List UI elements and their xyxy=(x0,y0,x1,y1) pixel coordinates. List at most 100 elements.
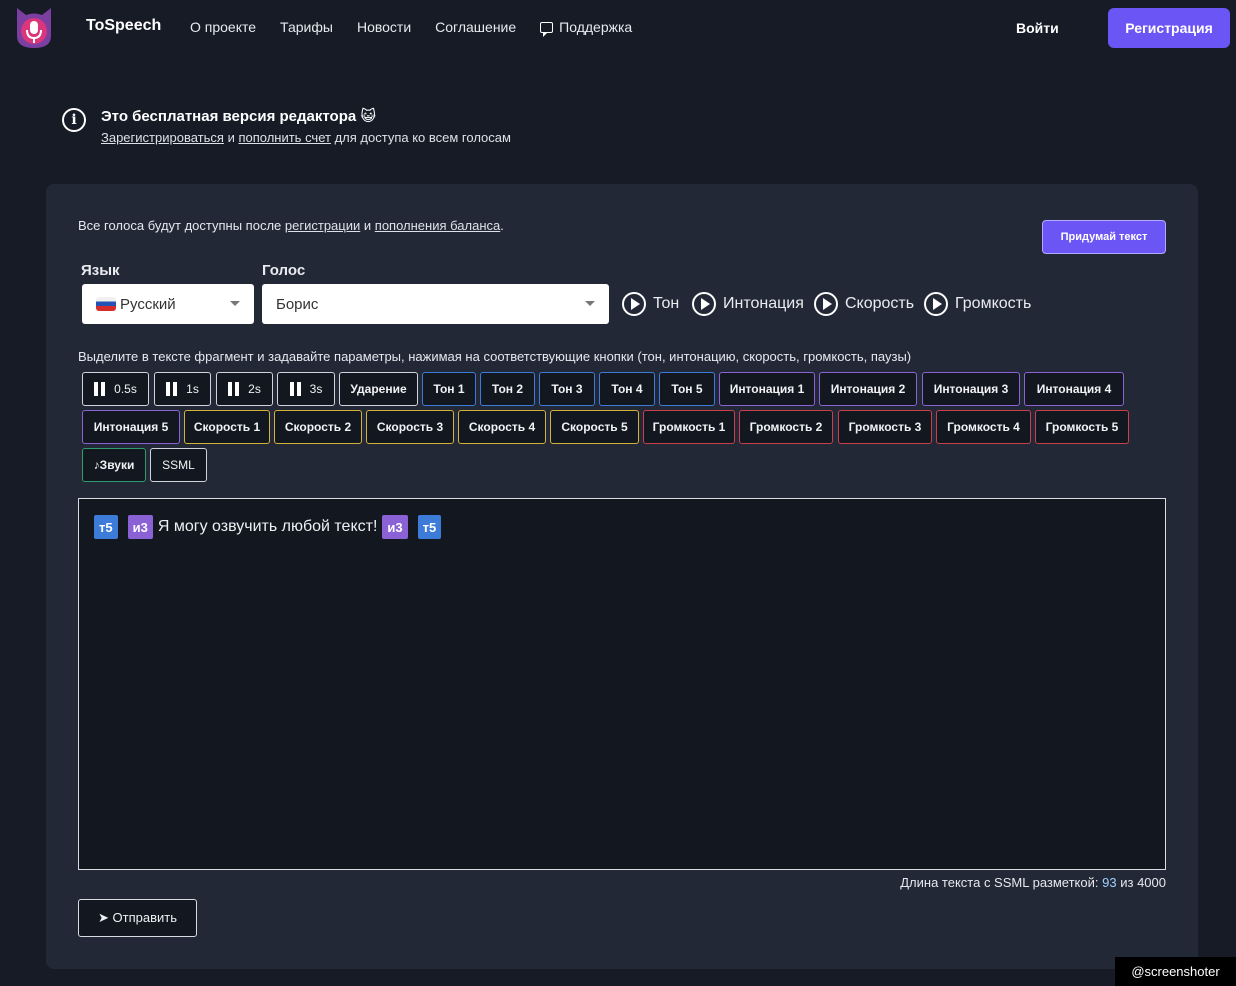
intonation-2-button[interactable]: Интонация 2 xyxy=(819,372,917,406)
play-tone[interactable]: Тон xyxy=(622,292,679,316)
play-intonation[interactable]: Интонация xyxy=(692,292,804,316)
instructions-text: Выделите в тексте фрагмент и задавайте п… xyxy=(78,349,912,364)
register-button[interactable]: Регистрация xyxy=(1108,8,1230,48)
notice-title-text: Это бесплатная версия редактора xyxy=(101,108,357,125)
sounds-button[interactable]: ♪Звуки xyxy=(82,448,146,482)
intonation-tag[interactable]: и3 xyxy=(382,515,408,539)
volume-5-button[interactable]: Громкость 5 xyxy=(1035,410,1129,444)
editor-text: Я могу озвучить любой текст! xyxy=(157,518,378,535)
volume-3-button[interactable]: Громкость 3 xyxy=(838,410,932,444)
play-tone-label: Тон xyxy=(653,295,680,312)
play-icon xyxy=(814,292,838,316)
intonation-1-button[interactable]: Интонация 1 xyxy=(719,372,815,406)
intonation-tag[interactable]: и3 xyxy=(127,515,153,539)
editor-content: т5 и3 Я могу озвучить любой текст! и3 т5 xyxy=(94,515,442,539)
speed-4-button[interactable]: Скорость 4 xyxy=(458,410,546,444)
volume-1-button[interactable]: Громкость 1 xyxy=(643,410,735,444)
nav-support-label: Поддержка xyxy=(559,19,633,35)
nav-agreement[interactable]: Соглашение xyxy=(435,19,516,35)
speed-3-button[interactable]: Скорость 3 xyxy=(366,410,454,444)
notice-and: и xyxy=(227,130,235,145)
editor-panel: Все голоса будут доступны после регистра… xyxy=(46,184,1198,969)
send-button[interactable]: ➤ Отправить xyxy=(78,899,197,937)
pause-icon xyxy=(94,382,106,396)
russia-flag-icon xyxy=(96,297,116,311)
notice-title: Это бесплатная версия редактора 😺 xyxy=(101,107,376,125)
pause-icon xyxy=(166,382,178,396)
voice-label: Голос xyxy=(262,262,306,279)
language-select[interactable]: Русский xyxy=(82,284,254,324)
pause-icon xyxy=(228,382,240,396)
tone-4-button[interactable]: Тон 4 xyxy=(599,372,655,406)
chevron-down-icon xyxy=(585,301,595,306)
cat-emoji-icon: 😺 xyxy=(360,108,377,125)
voice-value: Борис xyxy=(276,295,319,313)
hint-register-link[interactable]: регистрации xyxy=(285,218,360,233)
volume-4-button[interactable]: Громкость 4 xyxy=(936,410,1031,444)
logo-icon[interactable] xyxy=(14,6,54,50)
tone-tag[interactable]: т5 xyxy=(417,515,442,539)
screenshoter-watermark: @screenshoter xyxy=(1115,957,1236,986)
nav-support[interactable]: Поддержка xyxy=(540,19,633,37)
count-value: 93 xyxy=(1102,875,1117,890)
pause-0-5s-button[interactable]: 0.5s xyxy=(82,372,149,406)
play-icon xyxy=(924,292,948,316)
login-link[interactable]: Войти xyxy=(1016,20,1059,36)
pause-3s-button[interactable]: 3s xyxy=(277,372,335,406)
language-value: Русский xyxy=(120,295,176,313)
intonation-3-button[interactable]: Интонация 3 xyxy=(922,372,1020,406)
play-speed-label: Скорость xyxy=(845,295,915,312)
pause-label: 3s xyxy=(309,382,323,396)
tone-1-button[interactable]: Тон 1 xyxy=(422,372,476,406)
pause-2s-button[interactable]: 2s xyxy=(216,372,273,406)
intonation-5-button[interactable]: Интонация 5 xyxy=(82,410,180,444)
play-volume[interactable]: Громкость xyxy=(924,292,1031,316)
intonation-4-button[interactable]: Интонация 4 xyxy=(1024,372,1124,406)
suggest-text-button[interactable]: Придумай текст xyxy=(1042,220,1166,254)
voice-select[interactable]: Борис xyxy=(262,284,609,324)
play-speed[interactable]: Скорость xyxy=(814,292,914,316)
brand-name[interactable]: ToSpeech xyxy=(86,17,161,35)
tone-3-button[interactable]: Тон 3 xyxy=(539,372,595,406)
tone-5-button[interactable]: Тон 5 xyxy=(659,372,715,406)
nav-pricing[interactable]: Тарифы xyxy=(280,19,333,35)
hint-suffix: . xyxy=(500,218,504,233)
speed-1-button[interactable]: Скорость 1 xyxy=(184,410,270,444)
info-icon: i xyxy=(62,108,86,132)
register-link[interactable]: Зарегистрироваться xyxy=(101,130,224,145)
volume-2-button[interactable]: Громкость 2 xyxy=(739,410,833,444)
pause-label: 0.5s xyxy=(114,382,137,396)
voices-hint: Все голоса будут доступны после регистра… xyxy=(78,218,504,233)
count-of: из xyxy=(1120,875,1134,890)
play-icon xyxy=(622,292,646,316)
hint-balance-link[interactable]: пополнения баланса xyxy=(375,218,500,233)
play-intonation-label: Интонация xyxy=(723,295,804,312)
pause-icon xyxy=(289,382,302,396)
play-volume-label: Громкость xyxy=(955,295,1032,312)
main-nav: О проекте Тарифы Новости Соглашение Подд… xyxy=(190,19,656,37)
nav-news[interactable]: Новости xyxy=(357,19,411,35)
notice-subtitle: Зарегистрироваться и пополнить счет для … xyxy=(101,130,511,145)
stress-button[interactable]: Ударение xyxy=(339,372,418,406)
tone-tag[interactable]: т5 xyxy=(94,515,118,539)
hint-prefix: Все голоса будут доступны после xyxy=(78,218,282,233)
speed-2-button[interactable]: Скорость 2 xyxy=(274,410,362,444)
count-max: 4000 xyxy=(1137,875,1166,890)
text-length-counter: Длина текста с SSML разметкой: 93 из 400… xyxy=(900,875,1166,890)
topup-link[interactable]: пополнить счет xyxy=(238,130,331,145)
chevron-down-icon xyxy=(230,301,240,306)
text-editor[interactable]: т5 и3 Я могу озвучить любой текст! и3 т5 xyxy=(78,498,1166,870)
tone-2-button[interactable]: Тон 2 xyxy=(480,372,535,406)
hint-and: и xyxy=(363,218,372,233)
pause-1s-button[interactable]: 1s xyxy=(154,372,211,406)
pause-label: 1s xyxy=(186,382,199,396)
language-label: Язык xyxy=(81,262,120,279)
play-icon xyxy=(692,292,716,316)
speed-5-button[interactable]: Скорость 5 xyxy=(550,410,639,444)
chat-icon xyxy=(540,22,554,37)
nav-about[interactable]: О проекте xyxy=(190,19,256,35)
count-label: Длина текста с SSML разметкой: xyxy=(900,875,1099,890)
ssml-button[interactable]: SSML xyxy=(150,448,207,482)
notice-rest: для доступа ко всем голосам xyxy=(334,130,511,145)
top-header: ToSpeech О проекте Тарифы Новости Соглаш… xyxy=(0,0,1236,56)
